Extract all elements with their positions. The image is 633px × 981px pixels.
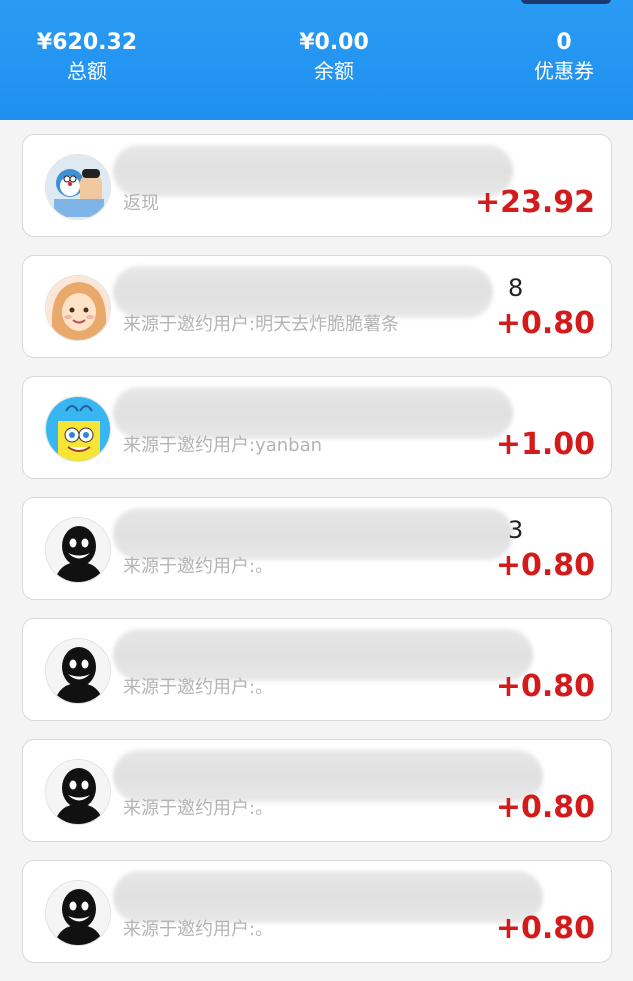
name-suffix: 3 (508, 516, 524, 544)
spongebob-avatar (45, 396, 111, 462)
dark-figure-avatar (45, 638, 111, 704)
record-desc: 来源于邀约用户:。 (123, 798, 274, 819)
name-suffix: 8 (508, 274, 524, 302)
list-item[interactable]: 返现 +23.92 (22, 134, 612, 237)
record-amount: +0.80 (495, 669, 595, 704)
name-redaction (113, 750, 543, 802)
list-item[interactable]: 8 来源于邀约用户:明天去炸脆脆薯条 +0.80 (22, 255, 612, 358)
record-desc: 来源于邀约用户:明天去炸脆脆薯条 (123, 314, 400, 335)
record-amount: +0.80 (495, 548, 595, 583)
coupon-stat[interactable]: 0 优惠券 (474, 30, 633, 84)
name-redaction (113, 871, 543, 923)
list-item[interactable]: 来源于邀约用户:。 +0.80 (22, 618, 612, 721)
balance-stat[interactable]: ¥0.00 余额 (244, 30, 424, 84)
records-list: 返现 +23.92 8 来源于邀约用户:明天去炸脆脆薯条 +0.80 来源于邀约… (22, 134, 612, 981)
girl-cartoon-avatar (45, 275, 111, 341)
coupon-value: 0 (556, 30, 572, 55)
balance-label: 余额 (314, 59, 354, 83)
name-redaction (113, 387, 513, 439)
name-redaction (113, 629, 533, 681)
header-top-button[interactable] (521, 0, 611, 4)
name-redaction (113, 145, 513, 197)
balance-value: ¥0.00 (299, 30, 369, 55)
record-amount: +0.80 (495, 790, 595, 825)
total-label: 总额 (67, 59, 107, 83)
record-desc: 来源于邀约用户:yanban (123, 435, 323, 456)
doraemon-avatar (45, 154, 111, 220)
list-item[interactable]: 3 来源于邀约用户:。 +0.80 (22, 497, 612, 600)
dark-figure-avatar (45, 759, 111, 825)
record-amount: +0.80 (495, 306, 595, 341)
record-amount: +1.00 (495, 427, 595, 462)
name-redaction (113, 508, 513, 560)
total-value: ¥620.32 (36, 30, 138, 55)
list-item[interactable]: 来源于邀约用户:yanban +1.00 (22, 376, 612, 479)
total-stat[interactable]: ¥620.32 总额 (0, 30, 177, 84)
name-redaction (113, 266, 493, 318)
list-item[interactable]: 来源于邀约用户:。 +0.80 (22, 739, 612, 842)
record-desc: 返现 (123, 193, 159, 214)
dark-figure-avatar (45, 880, 111, 946)
record-amount: +23.92 (474, 185, 595, 220)
record-desc: 来源于邀约用户:。 (123, 919, 274, 940)
record-amount: +0.80 (495, 911, 595, 946)
list-item[interactable]: 来源于邀约用户:。 +0.80 (22, 860, 612, 963)
coupon-label: 优惠券 (534, 59, 594, 83)
record-desc: 来源于邀约用户:。 (123, 556, 274, 577)
summary-header: ¥620.32 总额 ¥0.00 余额 0 优惠券 (0, 0, 633, 120)
dark-figure-avatar (45, 517, 111, 583)
record-desc: 来源于邀约用户:。 (123, 677, 274, 698)
